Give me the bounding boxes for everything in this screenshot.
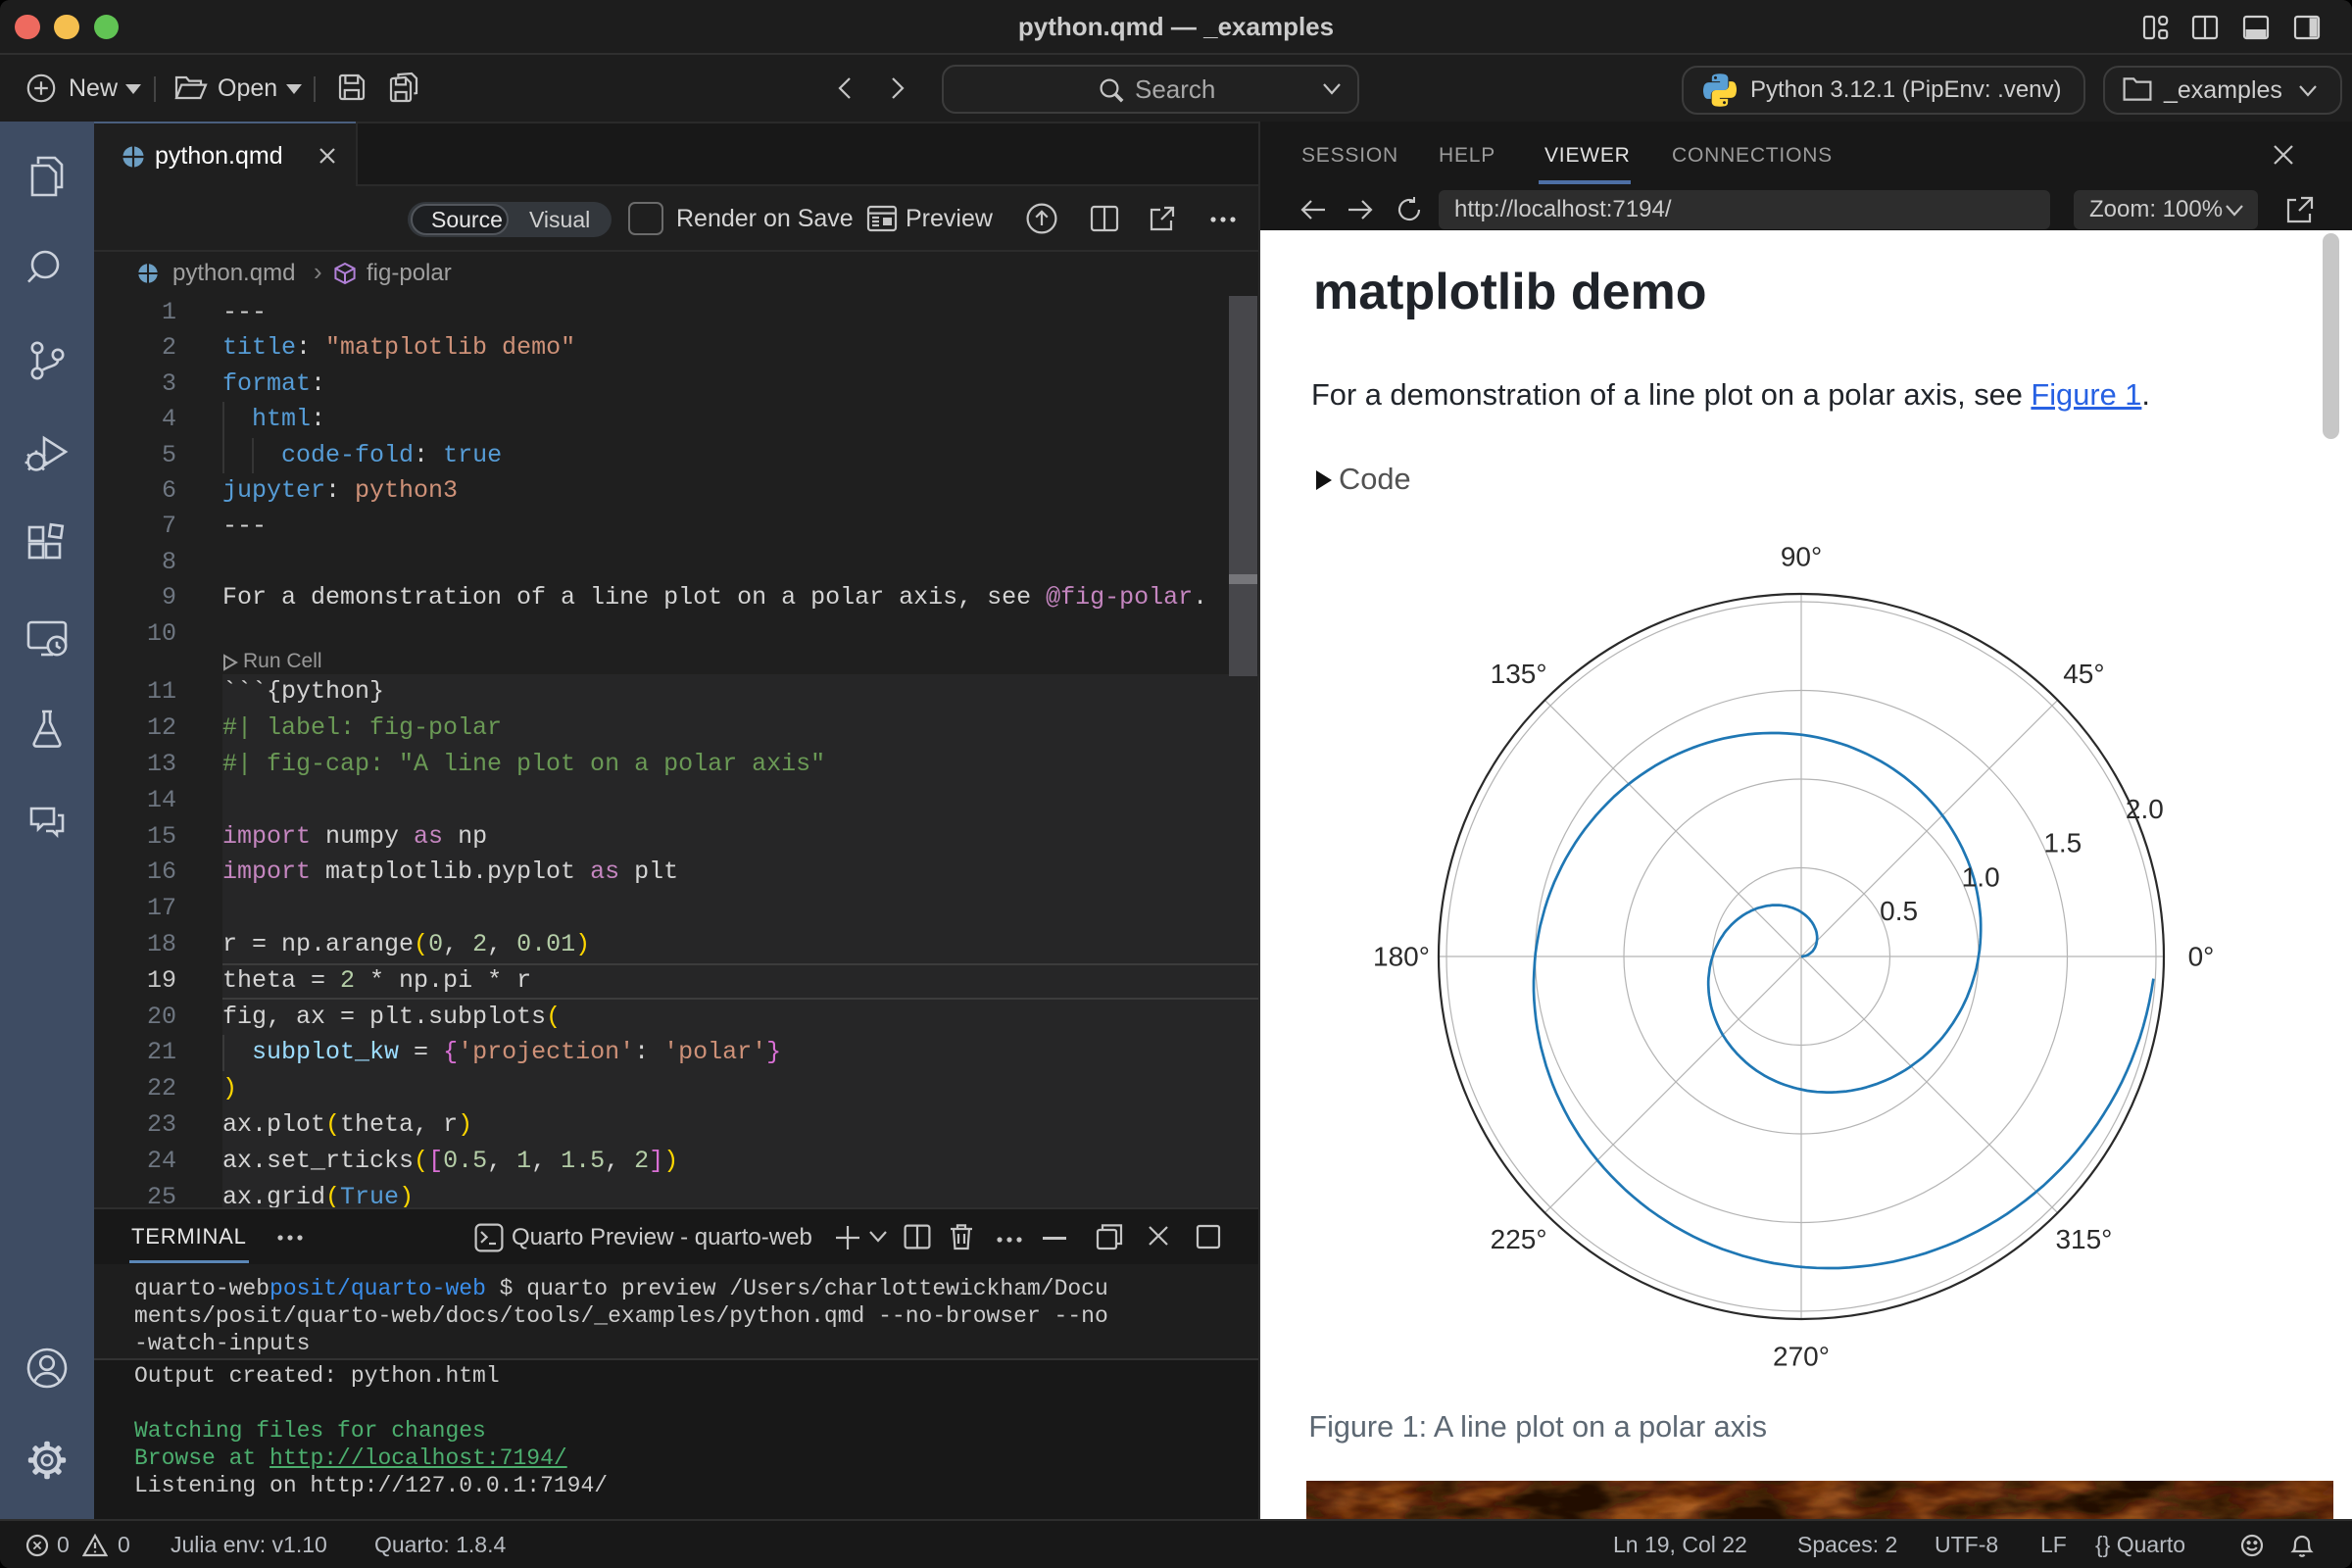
svg-text:225°: 225°	[1491, 1224, 1547, 1254]
svg-text:180°: 180°	[1373, 942, 1430, 972]
svg-text:135°: 135°	[1491, 659, 1547, 689]
svg-text:45°: 45°	[2063, 659, 2104, 689]
svg-text:90°: 90°	[1781, 542, 1822, 572]
svg-text:0°: 0°	[2188, 942, 2215, 972]
svg-text:1.5: 1.5	[2043, 828, 2082, 858]
svg-text:0.5: 0.5	[1880, 896, 1918, 926]
svg-text:2.0: 2.0	[2126, 794, 2164, 824]
svg-text:270°: 270°	[1773, 1342, 1830, 1372]
svg-text:1.0: 1.0	[1962, 861, 2000, 892]
svg-text:315°: 315°	[2055, 1224, 2112, 1254]
